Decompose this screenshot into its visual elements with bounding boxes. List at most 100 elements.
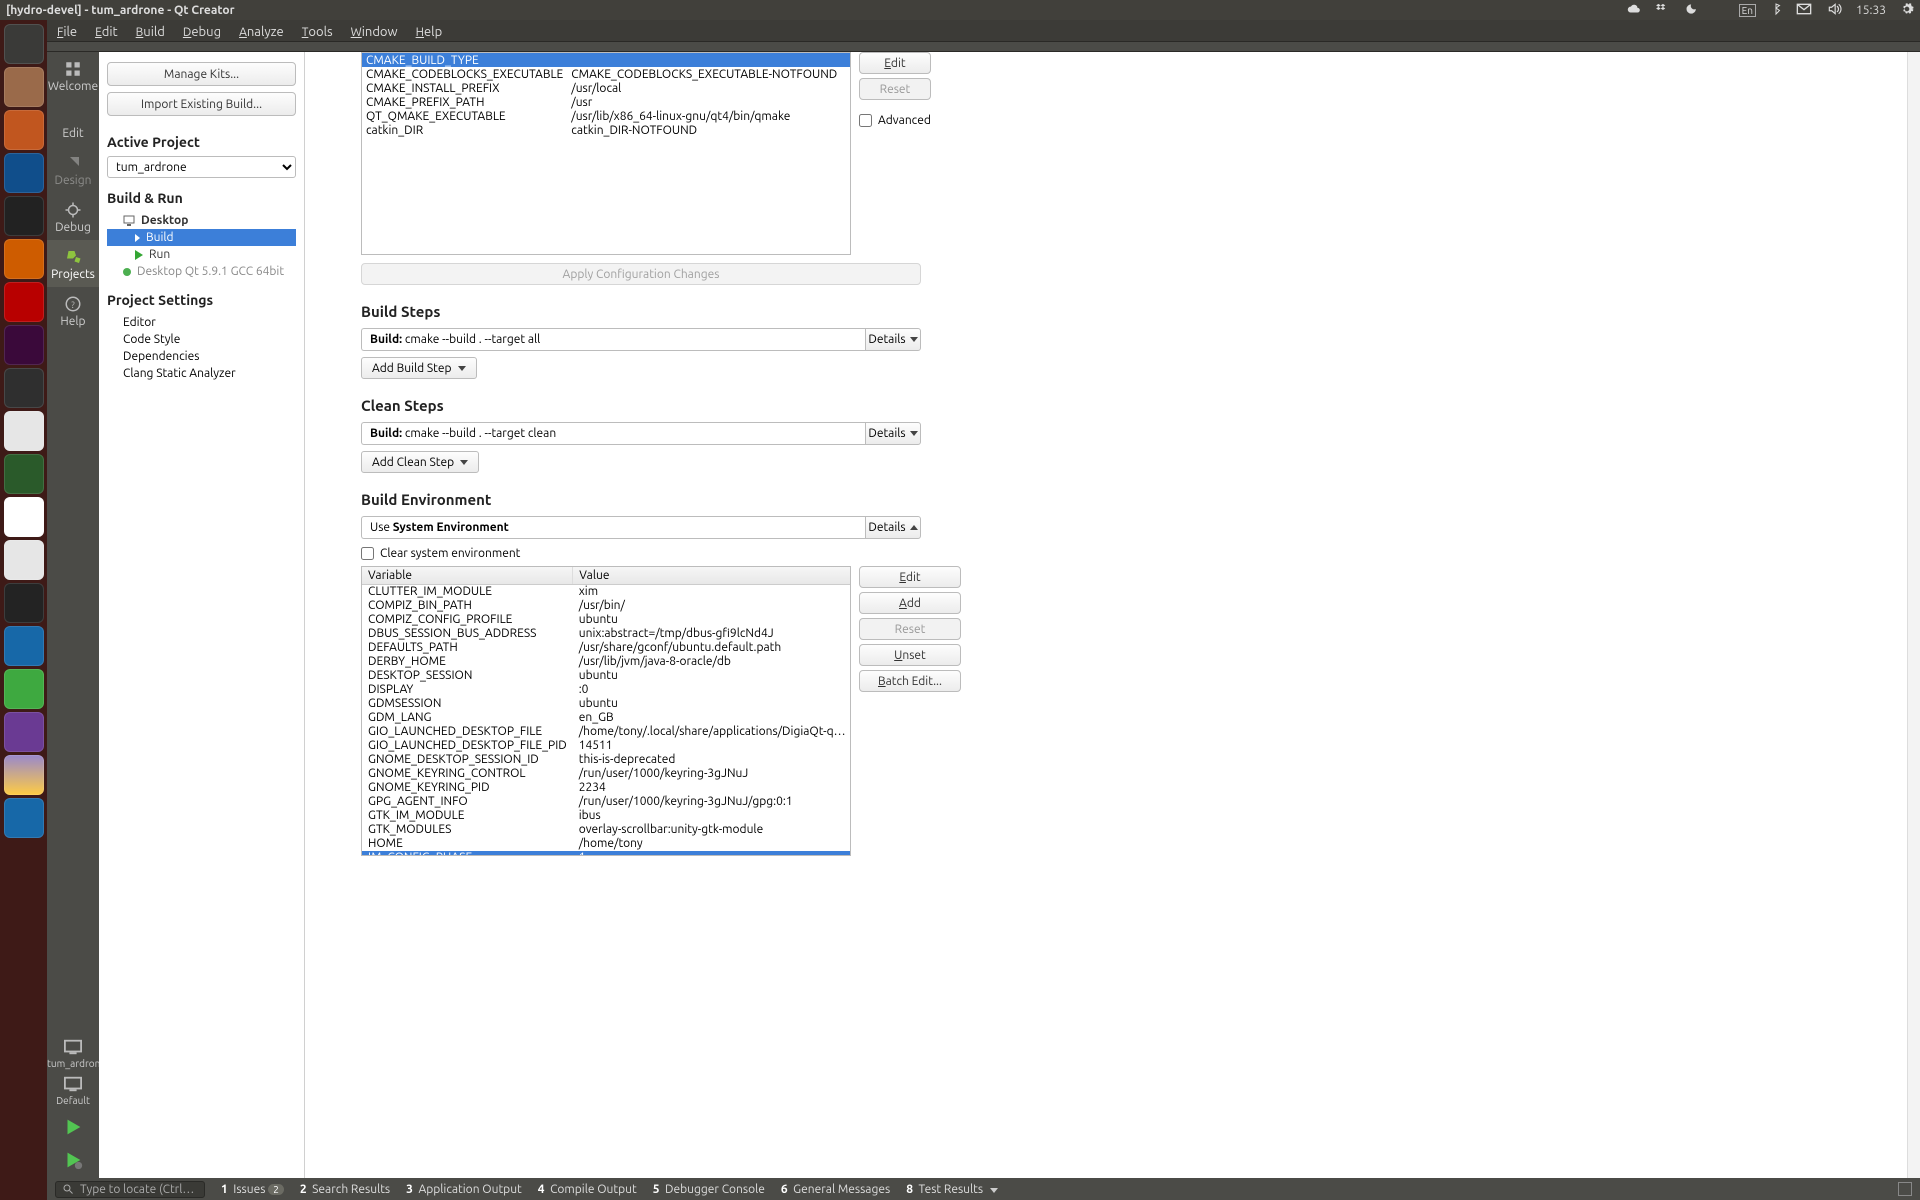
tab-8[interactable]: 8 Test Results: [906, 1183, 998, 1196]
env-add-button[interactable]: Add: [859, 592, 961, 614]
build-step-details[interactable]: Details: [865, 328, 921, 351]
cloud-icon[interactable]: [1627, 2, 1641, 19]
env-reset-button[interactable]: Reset: [859, 618, 961, 640]
menu-file[interactable]: File: [57, 25, 77, 39]
volume-icon[interactable]: [1826, 2, 1842, 19]
settings-clang[interactable]: Clang Static Analyzer: [107, 365, 296, 382]
mode-debug[interactable]: Debug: [47, 193, 99, 240]
cmake-row[interactable]: CMAKE_CODEBLOCKS_EXECUTABLECMAKE_CODEBLO…: [362, 67, 850, 81]
scrollbar[interactable]: [1907, 52, 1920, 1178]
env-row[interactable]: DESKTOP_SESSIONubuntu: [362, 669, 851, 683]
toggle-sidebar-icon[interactable]: [1898, 1182, 1912, 1196]
import-build-button[interactable]: Import Existing Build...: [107, 92, 296, 116]
env-row[interactable]: GTK_IM_MODULEibus: [362, 809, 851, 823]
tab-compile[interactable]: 4 Compile Output: [538, 1183, 637, 1196]
menu-help[interactable]: Help: [416, 25, 443, 39]
launcher-files[interactable]: [4, 67, 44, 107]
tree-kit-disabled[interactable]: Desktop Qt 5.9.1 GCC 64bit: [107, 263, 296, 280]
env-row[interactable]: GIO_LAUNCHED_DESKTOP_FILE/home/tony/.loc…: [362, 725, 851, 739]
mode-welcome[interactable]: Welcome: [47, 52, 99, 99]
launcher-app10[interactable]: [4, 712, 44, 752]
launcher-app6[interactable]: [4, 454, 44, 494]
env-batch-button[interactable]: Batch Edit...: [859, 670, 961, 692]
env-col-value[interactable]: Value: [573, 567, 851, 585]
settings-editor[interactable]: Editor: [107, 314, 296, 331]
tab-debugger[interactable]: 5 Debugger Console: [653, 1183, 765, 1196]
tab-search[interactable]: 2 Search Results: [300, 1183, 390, 1196]
cmake-row[interactable]: CMAKE_BUILD_TYPE: [362, 53, 850, 67]
launcher-app4[interactable]: [4, 325, 44, 365]
run-button[interactable]: [47, 1112, 99, 1145]
build-step-row[interactable]: Build: cmake --build . --target all: [361, 328, 865, 351]
launcher-app11[interactable]: [4, 755, 44, 795]
cmake-row[interactable]: catkin_DIRcatkin_DIR-NOTFOUND: [362, 123, 850, 137]
settings-dependencies[interactable]: Dependencies: [107, 348, 296, 365]
mode-projects[interactable]: Projects: [47, 240, 99, 287]
cmake-row[interactable]: CMAKE_INSTALL_PREFIX/usr/local: [362, 81, 850, 95]
launcher-chrome[interactable]: [4, 497, 44, 537]
launcher-app9[interactable]: [4, 626, 44, 666]
env-row[interactable]: HOME/home/tony: [362, 837, 851, 851]
launcher-app8[interactable]: [4, 583, 44, 623]
tree-build[interactable]: Build: [107, 229, 296, 246]
menu-tools[interactable]: Tools: [302, 25, 333, 39]
clear-env-checkbox[interactable]: Clear system environment: [361, 547, 1910, 560]
launcher-app12[interactable]: [4, 798, 44, 838]
launcher-app7[interactable]: [4, 540, 44, 580]
add-build-step[interactable]: Add Build Step: [361, 357, 477, 379]
launcher-qtcreator[interactable]: [4, 669, 44, 709]
env-row[interactable]: DEFAULTS_PATH/usr/share/gconf/ubuntu.def…: [362, 641, 851, 655]
launcher-app1[interactable]: [4, 110, 44, 150]
launcher-app5[interactable]: [4, 411, 44, 451]
clean-step-details[interactable]: Details: [865, 422, 921, 445]
tree-run[interactable]: Run: [107, 246, 296, 263]
env-row[interactable]: GTK_MODULESoverlay-scrollbar:unity-gtk-m…: [362, 823, 851, 837]
cmake-config-table[interactable]: CMAKE_BUILD_TYPECMAKE_CODEBLOCKS_EXECUTA…: [361, 52, 851, 255]
env-edit-button[interactable]: Edit: [859, 566, 961, 588]
cmake-row[interactable]: QT_QMAKE_EXECUTABLE/usr/lib/x86_64-linux…: [362, 109, 850, 123]
env-row[interactable]: DISPLAY:0: [362, 683, 851, 697]
env-var-table[interactable]: Variable Value CLUTTER_IM_MODULEximCOMPI…: [361, 566, 851, 856]
cmake-advanced-checkbox[interactable]: Advanced: [859, 114, 931, 127]
menu-window[interactable]: Window: [351, 25, 398, 39]
env-row[interactable]: COMPIZ_CONFIG_PROFILEubuntu: [362, 613, 851, 627]
env-row[interactable]: GDMSESSIONubuntu: [362, 697, 851, 711]
env-row[interactable]: DERBY_HOME/usr/lib/jvm/java-8-oracle/db: [362, 655, 851, 669]
cmake-reset-button[interactable]: Reset: [859, 78, 931, 100]
cmake-row[interactable]: CMAKE_PREFIX_PATH/usr: [362, 95, 850, 109]
mail-icon[interactable]: [1796, 3, 1812, 18]
weather-icon[interactable]: [1683, 2, 1697, 19]
env-row[interactable]: CLUTTER_IM_MODULExim: [362, 585, 851, 599]
tab-general[interactable]: 6 General Messages: [781, 1183, 890, 1196]
env-row[interactable]: IM_CONFIG_PHASE1: [362, 851, 851, 857]
tab-issues[interactable]: 1 Issues 2: [221, 1183, 284, 1196]
env-col-variable[interactable]: Variable: [362, 567, 573, 585]
env-row[interactable]: GIO_LAUNCHED_DESKTOP_FILE_PID14511: [362, 739, 851, 753]
env-row[interactable]: COMPIZ_BIN_PATH/usr/bin/: [362, 599, 851, 613]
menu-debug[interactable]: Debug: [183, 25, 221, 39]
launcher-firefox[interactable]: [4, 153, 44, 193]
network-icon[interactable]: [1711, 2, 1725, 19]
launcher-terminal[interactable]: [4, 368, 44, 408]
mode-help[interactable]: ? Help: [47, 287, 99, 334]
bluetooth-icon[interactable]: [1770, 2, 1782, 19]
env-row[interactable]: GPG_AGENT_INFO/run/user/1000/keyring-3gJ…: [362, 795, 851, 809]
env-row[interactable]: GNOME_KEYRING_PID2234: [362, 781, 851, 795]
menu-build[interactable]: Build: [136, 25, 165, 39]
env-row[interactable]: DBUS_SESSION_BUS_ADDRESSunix:abstract=/t…: [362, 627, 851, 641]
dropbox-icon[interactable]: [1655, 2, 1669, 19]
locator[interactable]: Type to locate (Ctrl…: [55, 1181, 205, 1198]
env-details-toggle[interactable]: Details: [865, 516, 921, 539]
mode-design[interactable]: Design: [47, 146, 99, 193]
env-unset-button[interactable]: Unset: [859, 644, 961, 666]
kit-selector[interactable]: tum_ardrone Default: [47, 1032, 99, 1112]
env-row[interactable]: GNOME_DESKTOP_SESSION_IDthis-is-deprecat…: [362, 753, 851, 767]
active-project-select[interactable]: tum_ardrone: [107, 156, 296, 178]
tab-appout[interactable]: 3 Application Output: [406, 1183, 522, 1196]
launcher-app2[interactable]: [4, 239, 44, 279]
env-row[interactable]: GNOME_KEYRING_CONTROL/run/user/1000/keyr…: [362, 767, 851, 781]
launcher-dash[interactable]: [4, 24, 44, 64]
gear-icon[interactable]: [1900, 2, 1914, 19]
tree-desktop[interactable]: Desktop: [107, 212, 296, 229]
settings-codestyle[interactable]: Code Style: [107, 331, 296, 348]
